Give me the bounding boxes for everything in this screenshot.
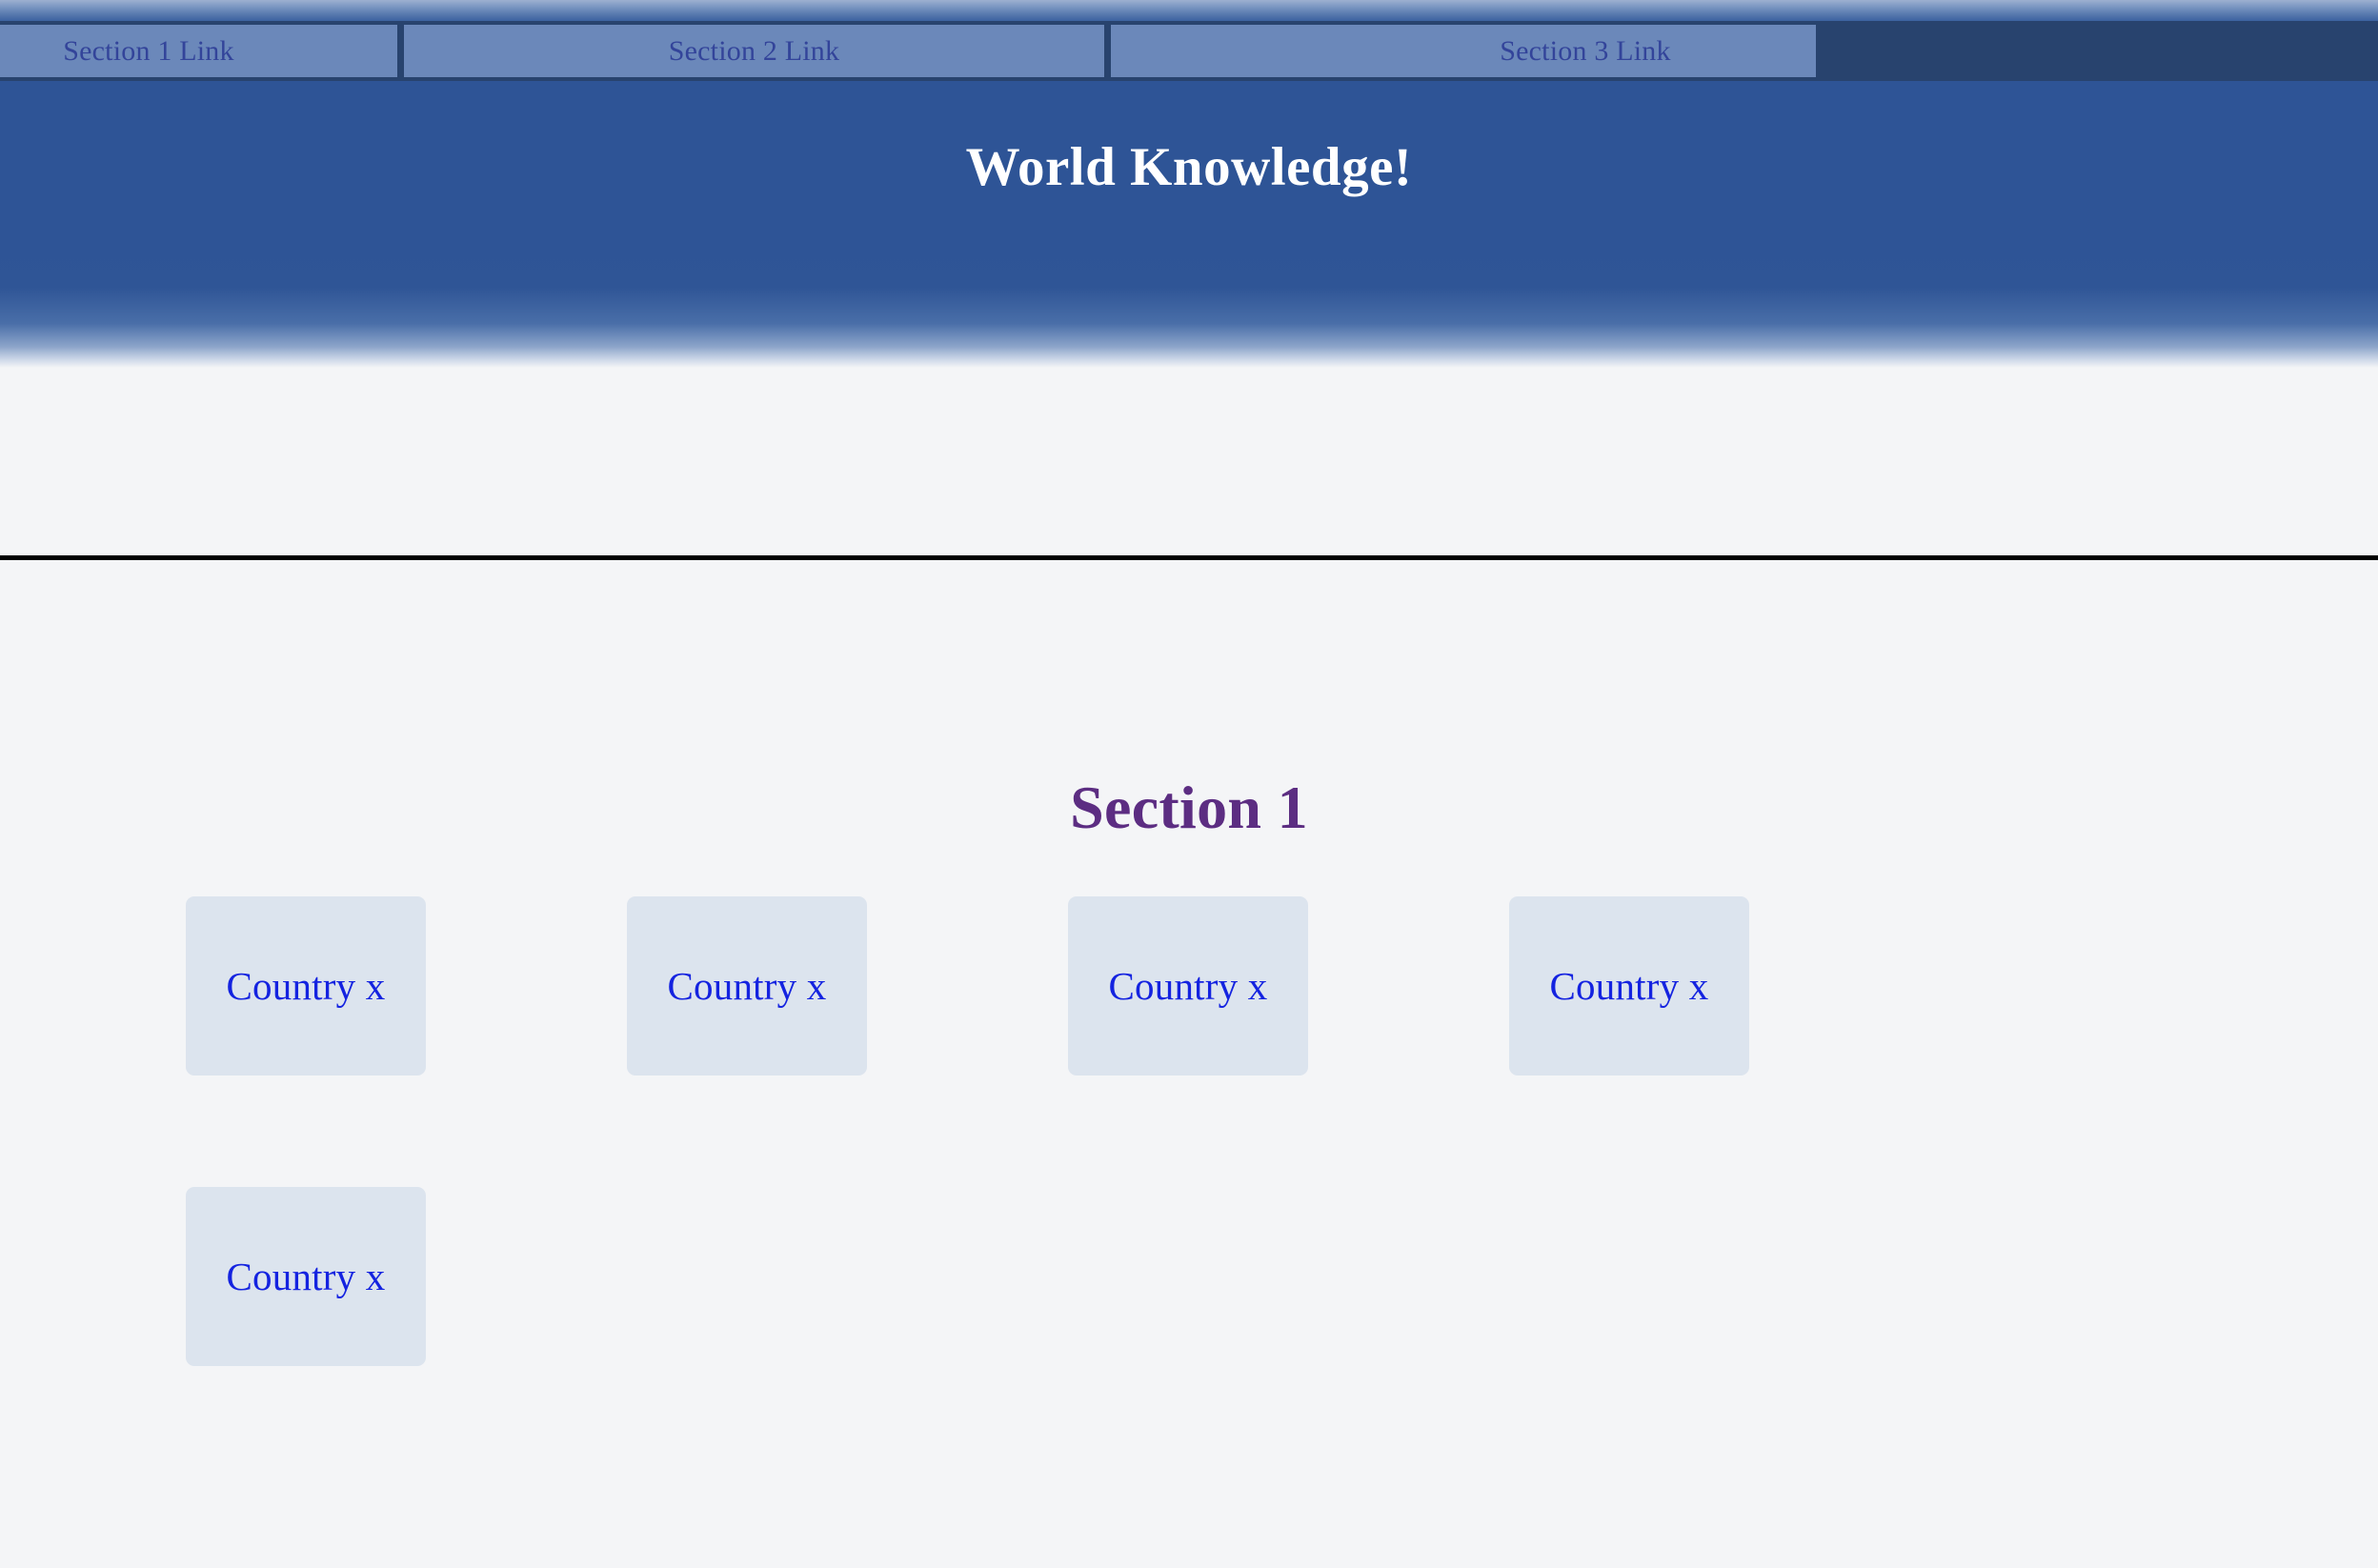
country-card[interactable]: Country x	[1068, 896, 1308, 1075]
country-card-grid: Country x Country x Country x Country x …	[186, 896, 2187, 1366]
nav-link-section-3[interactable]: Section 3 Link	[1111, 25, 1816, 77]
nav-link-section-3-label: Section 3 Link	[1500, 34, 1671, 67]
country-card-label: Country x	[667, 964, 827, 1008]
country-card-label: Country x	[1549, 964, 1709, 1008]
nav-link-section-2-label: Section 2 Link	[668, 34, 840, 67]
content-divider-rule	[0, 555, 2378, 560]
nav-link-section-2[interactable]: Section 2 Link	[404, 25, 1104, 77]
header-fade-gradient	[0, 229, 2378, 368]
site-title: World Knowledge!	[965, 137, 1413, 197]
section-1-heading: Section 1	[1070, 774, 1308, 842]
country-card-label: Country x	[226, 964, 386, 1008]
country-card[interactable]: Country x	[627, 896, 867, 1075]
country-card-label: Country x	[1108, 964, 1268, 1008]
country-card-label: Country x	[226, 1255, 386, 1298]
navbar-items-container: Section 1 Link Section 2 Link Section 3 …	[0, 25, 1816, 77]
main-navbar: Section 1 Link Section 2 Link Section 3 …	[0, 21, 2378, 81]
main-content: Section 1 Country x Country x Country x …	[0, 368, 2378, 1568]
country-card[interactable]: Country x	[186, 896, 426, 1075]
page-top-gradient-strip	[0, 0, 2378, 21]
nav-link-section-1[interactable]: Section 1 Link	[0, 25, 397, 77]
site-header-banner: World Knowledge!	[0, 81, 2378, 229]
country-card[interactable]: Country x	[186, 1187, 426, 1366]
country-card[interactable]: Country x	[1509, 896, 1749, 1075]
nav-link-section-1-label: Section 1 Link	[63, 34, 234, 67]
